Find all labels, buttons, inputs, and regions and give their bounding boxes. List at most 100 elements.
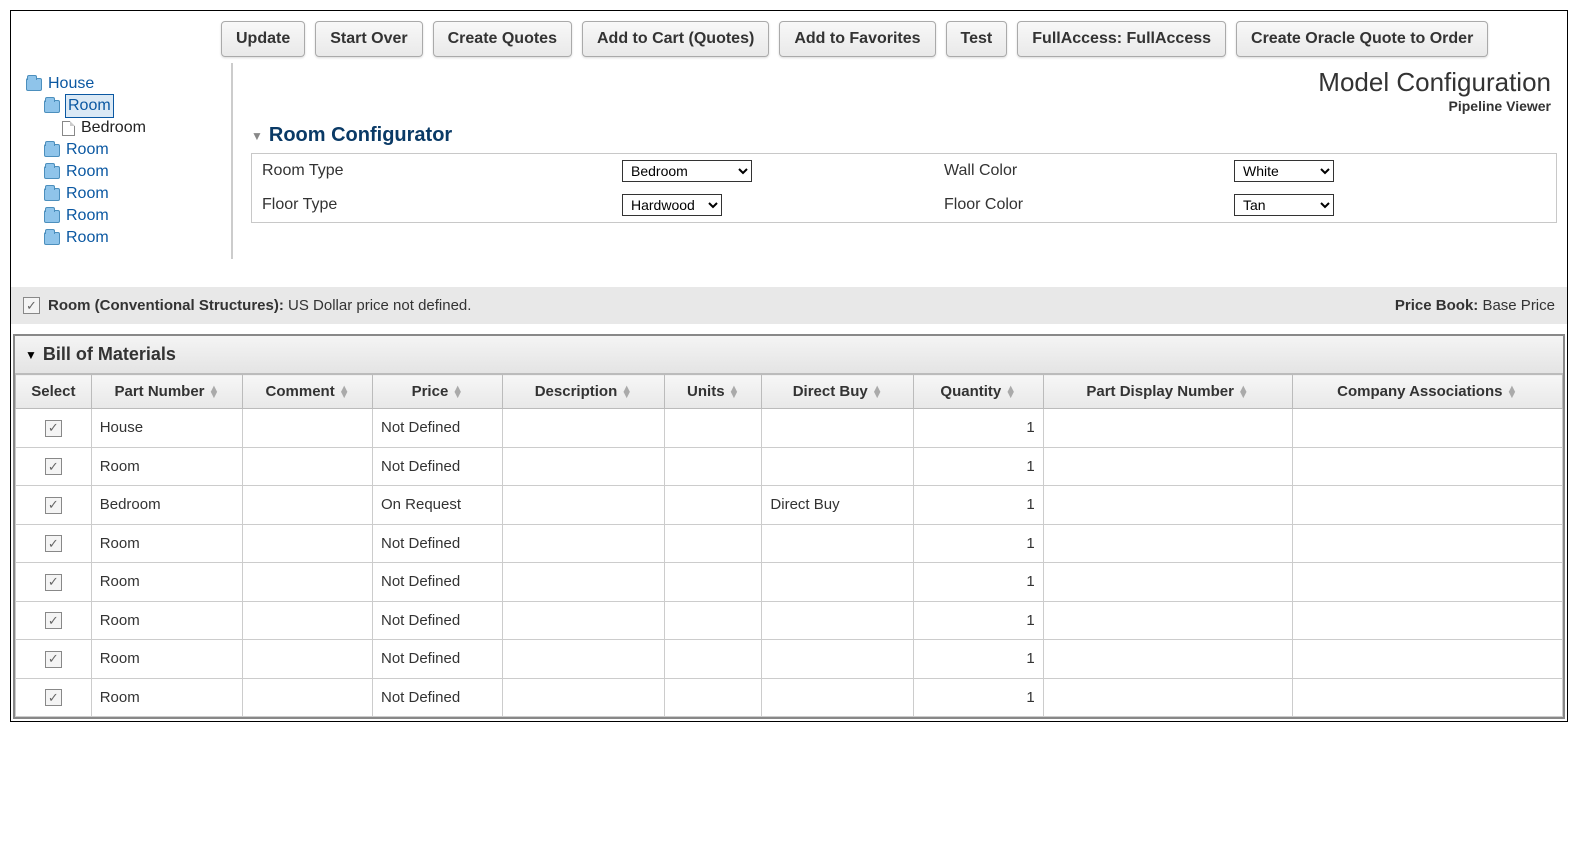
cell-direct — [762, 678, 913, 717]
col-comment[interactable]: Comment▲▼ — [243, 375, 373, 409]
cell-qty: 1 — [913, 447, 1043, 486]
row-checkbox[interactable]: ✓ — [45, 535, 62, 552]
table-row: ✓RoomNot Defined1 — [16, 524, 1563, 563]
cell-price: On Request — [372, 486, 502, 525]
status-bar: ✓ Room (Conventional Structures): US Dol… — [11, 287, 1567, 324]
test-button[interactable]: Test — [946, 21, 1008, 57]
tree-node-room[interactable]: Room — [26, 227, 226, 249]
cell-desc — [502, 447, 664, 486]
add-to-favorites-button[interactable]: Add to Favorites — [779, 21, 935, 57]
col-disp[interactable]: Part Display Number▲▼ — [1043, 375, 1292, 409]
cell-units — [665, 409, 762, 448]
cell-disp — [1043, 601, 1292, 640]
tree-node-room[interactable]: Room — [26, 161, 226, 183]
cell-part: Room — [91, 524, 242, 563]
model-tree: House Room Bedroom RoomRoomRoomRoomRoom — [21, 63, 231, 259]
create-quotes-button[interactable]: Create Quotes — [433, 21, 572, 57]
sort-icon: ▲▼ — [452, 386, 463, 398]
tree-node-bedroom[interactable]: Bedroom — [26, 117, 226, 139]
table-row: ✓RoomNot Defined1 — [16, 447, 1563, 486]
floor-type-select[interactable]: Hardwood — [622, 194, 722, 216]
start-over-button[interactable]: Start Over — [315, 21, 422, 57]
col-comp[interactable]: Company Associations▲▼ — [1292, 375, 1563, 409]
col-qty[interactable]: Quantity▲▼ — [913, 375, 1043, 409]
cell-comment — [243, 601, 373, 640]
disclosure-icon[interactable]: ▼ — [25, 348, 37, 362]
toolbar: Update Start Over Create Quotes Add to C… — [11, 11, 1567, 63]
status-left-text: US Dollar price not defined. — [288, 297, 471, 314]
cell-comp — [1292, 678, 1563, 717]
cell-comment — [243, 563, 373, 602]
check-icon: ✓ — [23, 297, 40, 314]
cell-comment — [243, 524, 373, 563]
cell-part: Room — [91, 601, 242, 640]
cell-units — [665, 640, 762, 679]
tree-node-room-selected[interactable]: Room — [26, 95, 226, 117]
tree-node-room[interactable]: Room — [26, 205, 226, 227]
folder-icon — [44, 232, 60, 245]
update-button[interactable]: Update — [221, 21, 305, 57]
tree-node-room[interactable]: Room — [26, 183, 226, 205]
cell-units — [665, 486, 762, 525]
oracle-quote-button[interactable]: Create Oracle Quote to Order — [1236, 21, 1488, 57]
row-checkbox[interactable]: ✓ — [45, 574, 62, 591]
table-row: ✓HouseNot Defined1 — [16, 409, 1563, 448]
tree-node-house[interactable]: House — [26, 73, 226, 95]
folder-icon — [44, 166, 60, 179]
file-icon — [62, 121, 75, 136]
row-checkbox[interactable]: ✓ — [45, 651, 62, 668]
cell-comp — [1292, 486, 1563, 525]
cell-comment — [243, 640, 373, 679]
col-units[interactable]: Units▲▼ — [665, 375, 762, 409]
tree-label: Room — [66, 161, 109, 183]
full-access-button[interactable]: FullAccess: FullAccess — [1017, 21, 1226, 57]
cell-comp — [1292, 447, 1563, 486]
cell-direct — [762, 601, 913, 640]
col-part[interactable]: Part Number▲▼ — [91, 375, 242, 409]
row-checkbox[interactable]: ✓ — [45, 458, 62, 475]
tree-node-room[interactable]: Room — [26, 139, 226, 161]
row-checkbox[interactable]: ✓ — [45, 612, 62, 629]
cell-direct — [762, 640, 913, 679]
table-row: ✓BedroomOn RequestDirect Buy1 — [16, 486, 1563, 525]
col-select[interactable]: Select — [16, 375, 92, 409]
wall-color-label: Wall Color — [904, 162, 1234, 180]
row-checkbox[interactable]: ✓ — [45, 497, 62, 514]
tree-label: House — [48, 73, 94, 95]
col-direct[interactable]: Direct Buy▲▼ — [762, 375, 913, 409]
status-left-label: Room (Conventional Structures): — [48, 297, 284, 314]
cell-part: House — [91, 409, 242, 448]
folder-icon — [44, 188, 60, 201]
col-desc[interactable]: Description▲▼ — [502, 375, 664, 409]
bom-table: Select Part Number▲▼ Comment▲▼ Price▲▼ D… — [15, 374, 1563, 717]
configurator-panel: Room Type Bedroom Wall Color White — [251, 153, 1557, 223]
folder-icon — [44, 100, 60, 113]
table-row: ✓RoomNot Defined1 — [16, 678, 1563, 717]
cell-desc — [502, 640, 664, 679]
floor-color-select[interactable]: Tan — [1234, 194, 1334, 216]
col-price[interactable]: Price▲▼ — [372, 375, 502, 409]
sort-icon: ▲▼ — [209, 386, 220, 398]
price-book-value: Base Price — [1482, 297, 1555, 314]
cell-disp — [1043, 563, 1292, 602]
cell-disp — [1043, 678, 1292, 717]
sort-icon: ▲▼ — [1506, 386, 1517, 398]
add-to-cart-button[interactable]: Add to Cart (Quotes) — [582, 21, 769, 57]
wall-color-select[interactable]: White — [1234, 160, 1334, 182]
tree-label: Room — [66, 183, 109, 205]
sort-icon: ▲▼ — [729, 386, 740, 398]
cell-price: Not Defined — [372, 640, 502, 679]
row-checkbox[interactable]: ✓ — [45, 689, 62, 706]
page-title: Model Configuration — [251, 67, 1551, 98]
disclosure-icon[interactable]: ▼ — [251, 129, 263, 143]
cell-disp — [1043, 409, 1292, 448]
cell-units — [665, 678, 762, 717]
cell-direct — [762, 409, 913, 448]
cell-price: Not Defined — [372, 447, 502, 486]
cell-comp — [1292, 601, 1563, 640]
room-type-select[interactable]: Bedroom — [622, 160, 752, 182]
tree-label: Room — [66, 95, 113, 117]
table-row: ✓RoomNot Defined1 — [16, 563, 1563, 602]
floor-type-label: Floor Type — [262, 196, 622, 214]
row-checkbox[interactable]: ✓ — [45, 420, 62, 437]
